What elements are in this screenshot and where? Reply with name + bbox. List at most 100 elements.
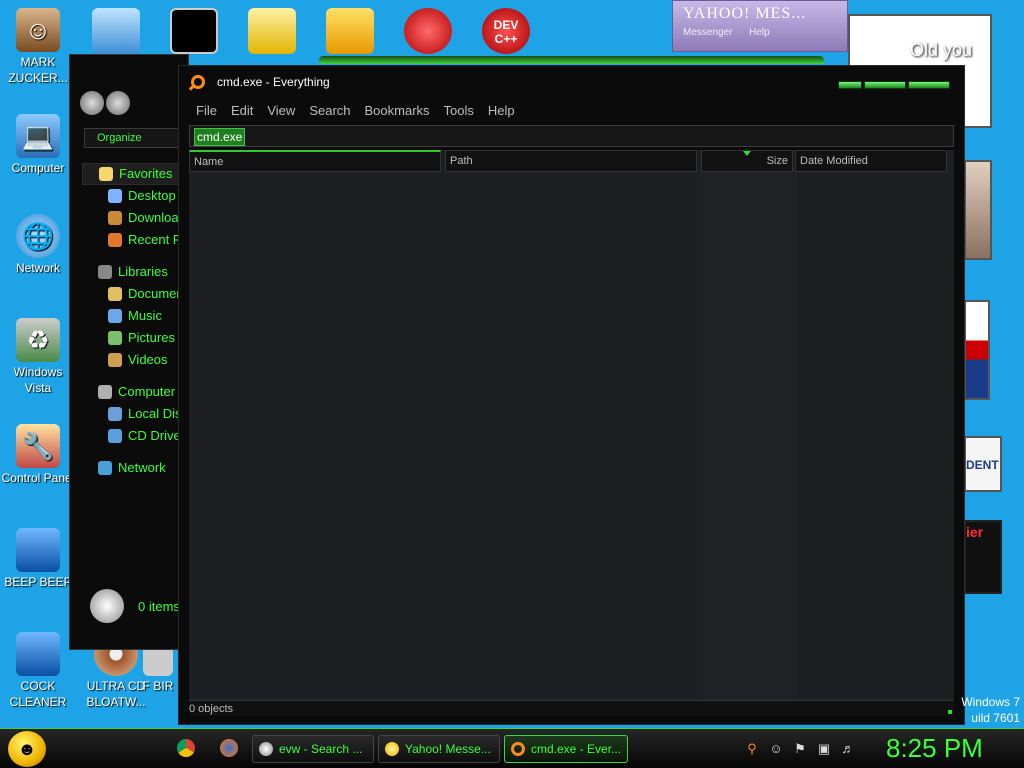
yahoo-tray-icon[interactable]: ☺ [768, 741, 784, 757]
taskbar-item-yahoo[interactable]: Yahoo! Messe... [378, 735, 500, 763]
taskbar-item-everything[interactable]: cmd.exe - Ever... [504, 735, 628, 763]
tree-item-label: Favorites [119, 166, 173, 181]
bg-window-text: ier [966, 524, 984, 540]
menu-edit[interactable]: Edit [224, 102, 260, 122]
tree-item-label: Desktop [128, 188, 176, 203]
tree-item-label: Pictures [128, 330, 175, 345]
maximize-button[interactable] [864, 81, 906, 89]
p-icon[interactable] [404, 8, 452, 54]
tree-item-label: Music [128, 308, 162, 323]
organize-button[interactable]: Organize [84, 128, 184, 148]
column-header-path[interactable]: Path [445, 150, 697, 172]
desktop-icon-network[interactable]: 🌐 Network [0, 214, 76, 276]
start-button[interactable]: ☻ [8, 731, 46, 767]
everything-tray-icon[interactable]: ⚲ [744, 741, 760, 757]
chrome-icon[interactable] [177, 739, 195, 757]
menu-search[interactable]: Search [302, 102, 357, 122]
minimize-button[interactable] [838, 81, 862, 89]
disk-icon [108, 407, 122, 421]
clock[interactable]: 8:25 PM [886, 733, 983, 764]
tree-item-favorites[interactable]: Favorites [82, 163, 188, 185]
resize-grip[interactable] [948, 710, 952, 714]
search-input[interactable]: cmd.exe [189, 125, 954, 147]
tree-item-network[interactable]: Network [82, 457, 188, 479]
menu-file[interactable]: File [189, 102, 224, 122]
desktop-icon-label: COCK CLEANER [9, 679, 67, 709]
column-header-size-label: Size [766, 155, 788, 167]
explorer-nav [80, 91, 132, 118]
tree-item-documents[interactable]: Documents [82, 283, 188, 305]
recent-icon [108, 233, 122, 247]
star-icon [99, 167, 113, 181]
tree-item-videos[interactable]: Videos [82, 349, 188, 371]
task-label: cmd.exe - Ever... [531, 742, 622, 756]
network-tray-icon[interactable]: ▣ [816, 741, 832, 757]
control-panel-icon: 🔧 [16, 424, 60, 468]
bg-window-flag[interactable] [964, 300, 990, 400]
tree-item-cd-drive[interactable]: CD Drive [82, 425, 188, 447]
network-icon [98, 461, 112, 475]
desktop-icon-computer[interactable]: 💻 Computer [0, 114, 76, 176]
menu-bookmarks[interactable]: Bookmarks [358, 102, 437, 122]
videos-icon [108, 353, 122, 367]
results-list[interactable]: Name Path Size Date Modified [189, 150, 954, 700]
desktop-icon-label: Computer [11, 161, 65, 175]
tree-item-music[interactable]: Music [82, 305, 188, 327]
desktop-icon-mark-zucker[interactable]: ☺ MARK ZUCKER... [0, 8, 76, 86]
taskbar-item-evw-search[interactable]: evw - Search ... [252, 735, 374, 763]
devcpp-icon[interactable]: DEV C++ [482, 8, 530, 54]
cmd-icon[interactable] [170, 8, 218, 54]
sort-indicator-icon [743, 151, 751, 156]
tree-item-libraries[interactable]: Libraries [82, 261, 188, 283]
tree-item-local-disk[interactable]: Local Disk [82, 403, 188, 425]
column-header-date-modified[interactable]: Date Modified [795, 150, 947, 172]
bg-window-photo[interactable] [964, 160, 992, 260]
action-center-icon[interactable]: ⚑ [792, 741, 808, 757]
close-button[interactable] [908, 81, 950, 89]
back-button[interactable] [80, 91, 104, 115]
tree-item-desktop[interactable]: Desktop [82, 185, 188, 207]
explorer-window[interactable]: Organize Favorites Desktop Downloads Recent… [69, 54, 189, 650]
tree-item-downloads[interactable]: Downloads [82, 207, 188, 229]
desktop-icon-beep-beep[interactable]: BEEP BEEP [0, 528, 76, 590]
bg-window-ier[interactable]: ier [964, 520, 1002, 594]
folder-icon [16, 528, 60, 572]
desktop-icon-recycle-bin[interactable]: ♻ Windows Vista [0, 318, 76, 396]
bad-piggies-icon[interactable] [326, 8, 374, 54]
folder-icon[interactable] [248, 8, 296, 54]
firefox-icon[interactable] [220, 739, 238, 757]
everything-window[interactable]: cmd.exe - Everything File Edit View Sear… [178, 56, 965, 725]
recycle-bin-icon: ♻ [16, 318, 60, 362]
bg-window-dent[interactable]: DENT [964, 436, 1002, 492]
desktop-icon-cock-cleaner[interactable]: COCK CLEANER [0, 632, 76, 710]
column-header-name[interactable]: Name [189, 150, 441, 172]
yahoo-menu-help[interactable]: Help [749, 27, 770, 38]
desktop-icon-control-panel[interactable]: 🔧 Control Panel [0, 424, 76, 486]
size-column-shade [699, 172, 795, 700]
tree-item-label: Computer [118, 384, 176, 399]
item-count: 0 items [90, 589, 180, 623]
yahoo-menu-messenger[interactable]: Messenger [683, 27, 732, 38]
desktop-icon-label: BEEP BEEP [4, 575, 72, 589]
tree-item-label: Videos [128, 352, 168, 367]
notepad-icon[interactable] [92, 8, 140, 54]
windows-watermark: Windows 7 uild 7601 [961, 694, 1020, 726]
tree-item-computer[interactable]: Computer [82, 381, 188, 403]
desktop-icon-label: Windows Vista [13, 365, 63, 395]
menu-view[interactable]: View [260, 102, 302, 122]
documents-icon [108, 287, 122, 301]
cd-icon [108, 429, 122, 443]
yahoo-title: YAHOO! MES... [683, 5, 807, 22]
window-controls [836, 81, 950, 89]
yahoo-messenger-window[interactable]: YAHOO! MES... Messenger Help [672, 0, 848, 52]
forward-button[interactable] [106, 91, 130, 115]
column-divider [795, 172, 796, 700]
volume-icon[interactable]: ♬ [840, 741, 856, 757]
search-input-value: cmd.exe [194, 128, 246, 146]
everything-icon [511, 742, 525, 756]
organize-label: Organize [97, 132, 142, 144]
menu-help[interactable]: Help [481, 102, 522, 122]
tree-item-pictures[interactable]: Pictures [82, 327, 188, 349]
menu-tools[interactable]: Tools [437, 102, 481, 122]
tree-item-recent-places[interactable]: Recent Places [82, 229, 188, 251]
